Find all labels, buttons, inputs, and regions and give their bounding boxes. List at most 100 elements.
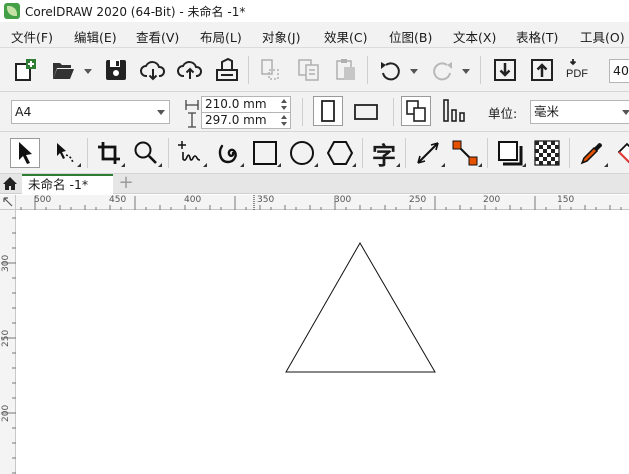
print-button[interactable] (212, 55, 242, 85)
menu-edit[interactable]: 编辑(E) (74, 27, 117, 46)
pick-tool-button[interactable] (10, 138, 40, 168)
ruler-origin-corner[interactable] (0, 195, 16, 210)
h-ruler-label: 200 (483, 195, 501, 205)
stepper-up-icon[interactable] (281, 115, 287, 119)
flyout-indicator[interactable] (314, 163, 318, 167)
toolbar-separator (362, 138, 363, 168)
open-button[interactable] (48, 55, 78, 85)
flyout-indicator[interactable] (522, 163, 526, 167)
portrait-page-icon (321, 100, 335, 122)
home-icon[interactable] (2, 176, 18, 191)
drop-shadow-tool-button[interactable] (495, 138, 525, 168)
copy-button[interactable] (294, 55, 324, 85)
eyedropper-tool-button[interactable] (577, 138, 607, 168)
current-page-layout-button[interactable] (439, 96, 469, 126)
import-from-cloud-button[interactable] (138, 55, 168, 85)
menu-table[interactable]: 表格(T) (516, 27, 558, 46)
menu-effects[interactable]: 效果(C) (324, 27, 367, 46)
horizontal-ruler[interactable]: 500 450 400 350 300 250 200 150 (16, 195, 629, 210)
artistic-media-tool-button[interactable] (213, 138, 243, 168)
redo-button[interactable] (427, 55, 457, 85)
stepper-down-icon[interactable] (281, 122, 287, 126)
flyout-indicator[interactable] (240, 163, 244, 167)
flyout-indicator[interactable] (121, 163, 125, 167)
save-button[interactable] (101, 55, 131, 85)
undo-icon (381, 62, 400, 81)
menu-layout[interactable]: 布局(L) (200, 27, 242, 46)
rectangle-tool-button[interactable] (250, 138, 280, 168)
flyout-indicator[interactable] (396, 163, 400, 167)
connector-icon (452, 140, 478, 166)
freehand-icon (178, 141, 201, 161)
portrait-button[interactable] (313, 96, 343, 126)
toolbar-separator (367, 56, 368, 84)
vertical-ruler[interactable]: 300 250 200 (0, 210, 16, 474)
cut-button[interactable] (256, 55, 286, 85)
dimension-tool-button[interactable] (413, 138, 443, 168)
stepper-down-icon[interactable] (281, 106, 287, 110)
flyout-indicator[interactable] (352, 163, 356, 167)
flyout-indicator[interactable] (158, 163, 162, 167)
publish-pdf-button[interactable]: PDF (564, 55, 594, 85)
page-width-icon (185, 100, 199, 110)
shape-tool-button[interactable] (50, 138, 80, 168)
paste-button[interactable] (331, 55, 361, 85)
h-ruler-label: 450 (109, 195, 127, 205)
zoom-level-combo[interactable]: 40% (609, 59, 629, 83)
new-document-button[interactable] (10, 55, 40, 85)
units-combo[interactable]: 毫米 (530, 100, 629, 124)
drawing-canvas[interactable] (17, 211, 629, 474)
redo-dropdown-arrow[interactable] (462, 69, 470, 75)
undo-dropdown-arrow[interactable] (410, 69, 418, 75)
property-bar: A4 210.0 mm 297.0 mm 单位: 毫米 (0, 92, 629, 132)
flyout-indicator[interactable] (441, 163, 445, 167)
v-ruler-label: 300 (1, 254, 11, 272)
h-ruler-label: 150 (557, 195, 575, 205)
new-tab-button[interactable]: + (116, 174, 136, 193)
menu-view[interactable]: 查看(V) (136, 27, 179, 46)
page-size-combo[interactable]: A4 (11, 100, 170, 124)
menu-text[interactable]: 文本(X) (453, 27, 496, 46)
stepper-up-icon[interactable] (281, 99, 287, 103)
ellipse-tool-button[interactable] (287, 138, 317, 168)
flyout-indicator[interactable] (604, 163, 608, 167)
import-button[interactable] (490, 55, 520, 85)
cut-icon (261, 59, 279, 80)
export-to-cloud-button[interactable] (175, 55, 205, 85)
undo-button[interactable] (376, 55, 406, 85)
pdf-label: PDF (566, 68, 588, 80)
document-tab-bar: 未命名 -1* + (0, 174, 629, 194)
menu-bitmaps[interactable]: 位图(B) (389, 27, 432, 46)
flyout-indicator[interactable] (277, 163, 281, 167)
menu-tools[interactable]: 工具(O) (580, 27, 625, 46)
open-dropdown-arrow[interactable] (84, 69, 92, 75)
all-pages-layout-button[interactable] (401, 96, 431, 126)
paste-icon (336, 59, 355, 80)
coreldraw-logo-icon (4, 3, 20, 19)
zoom-tool-button[interactable] (131, 138, 161, 168)
page-width-input[interactable]: 210.0 mm (201, 96, 291, 113)
rectangle-icon (253, 141, 277, 165)
flyout-indicator[interactable] (478, 163, 482, 167)
landscape-button[interactable] (351, 96, 381, 126)
freehand-tool-button[interactable] (175, 138, 205, 168)
page-height-input[interactable]: 297.0 mm (201, 112, 291, 129)
connector-tool-button[interactable] (450, 138, 480, 168)
triangle-shape[interactable] (285, 242, 436, 373)
bar-pages-icon (443, 99, 465, 122)
window-title: CorelDRAW 2020 (64-Bit) - 未命名 -1* (25, 4, 246, 19)
flyout-indicator[interactable] (203, 163, 207, 167)
crop-tool-button[interactable] (94, 138, 124, 168)
tab-untitled-1[interactable]: 未命名 -1* (22, 174, 113, 194)
crop-icon (98, 142, 120, 164)
interactive-fill-tool-button[interactable] (613, 138, 629, 168)
menu-file[interactable]: 文件(F) (11, 27, 53, 46)
flyout-indicator[interactable] (77, 163, 81, 167)
polygon-tool-button[interactable] (325, 138, 355, 168)
text-tool-button[interactable]: 字 (369, 138, 399, 170)
export-button[interactable] (527, 55, 557, 85)
transparency-tool-button[interactable] (532, 138, 562, 168)
copy-icon (298, 59, 319, 81)
menu-object[interactable]: 对象(J) (262, 27, 300, 46)
menu-bar: 文件(F) 编辑(E) 查看(V) 布局(L) 对象(J) 效果(C) 位图(B… (0, 22, 629, 48)
